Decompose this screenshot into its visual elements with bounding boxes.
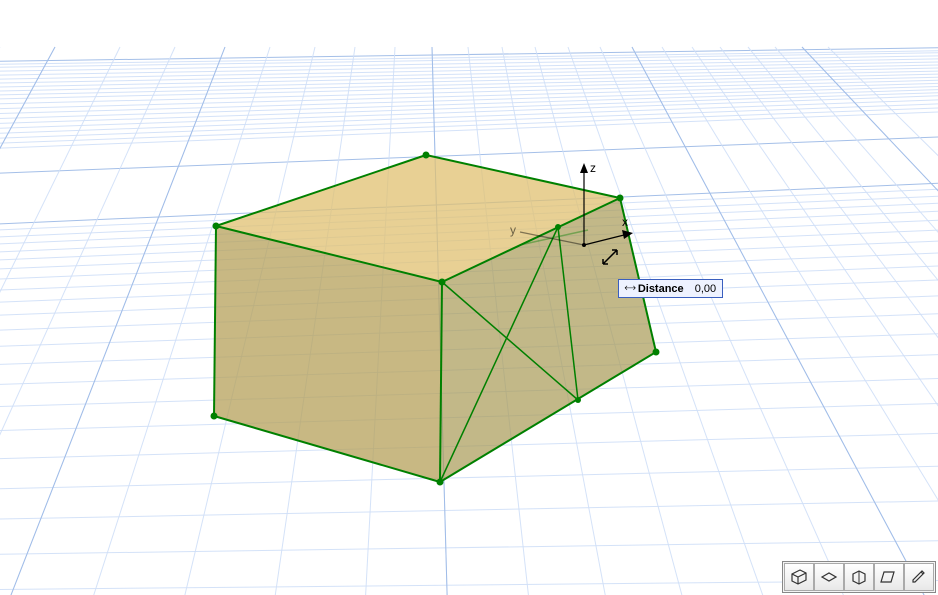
side-view-button[interactable] xyxy=(874,563,904,591)
pencil-button[interactable] xyxy=(904,563,934,591)
pencil-icon xyxy=(909,568,929,586)
distance-tooltip: ⤢ Distance 0,00 xyxy=(618,279,723,298)
front-view-button[interactable] xyxy=(844,563,874,591)
axis-z-label: z xyxy=(590,161,596,175)
top-view-button[interactable] xyxy=(814,563,844,591)
axis-y-label: y xyxy=(510,223,516,237)
axis-x-label: x xyxy=(622,215,628,229)
side-view-icon xyxy=(879,568,899,586)
perspective-view-icon xyxy=(789,568,809,586)
perspective-view-button[interactable] xyxy=(784,563,814,591)
view-toolbar xyxy=(782,561,936,593)
viewport-3d[interactable]: z x y ⤢ Distance 0,00 xyxy=(0,0,938,595)
front-view-icon xyxy=(849,568,869,586)
top-view-icon xyxy=(819,568,839,586)
distance-label: Distance xyxy=(638,283,684,295)
distance-value: 0,00 xyxy=(695,283,716,295)
resize-arrow-icon: ⤢ xyxy=(622,281,637,296)
scene-svg: z x y xyxy=(0,0,938,595)
